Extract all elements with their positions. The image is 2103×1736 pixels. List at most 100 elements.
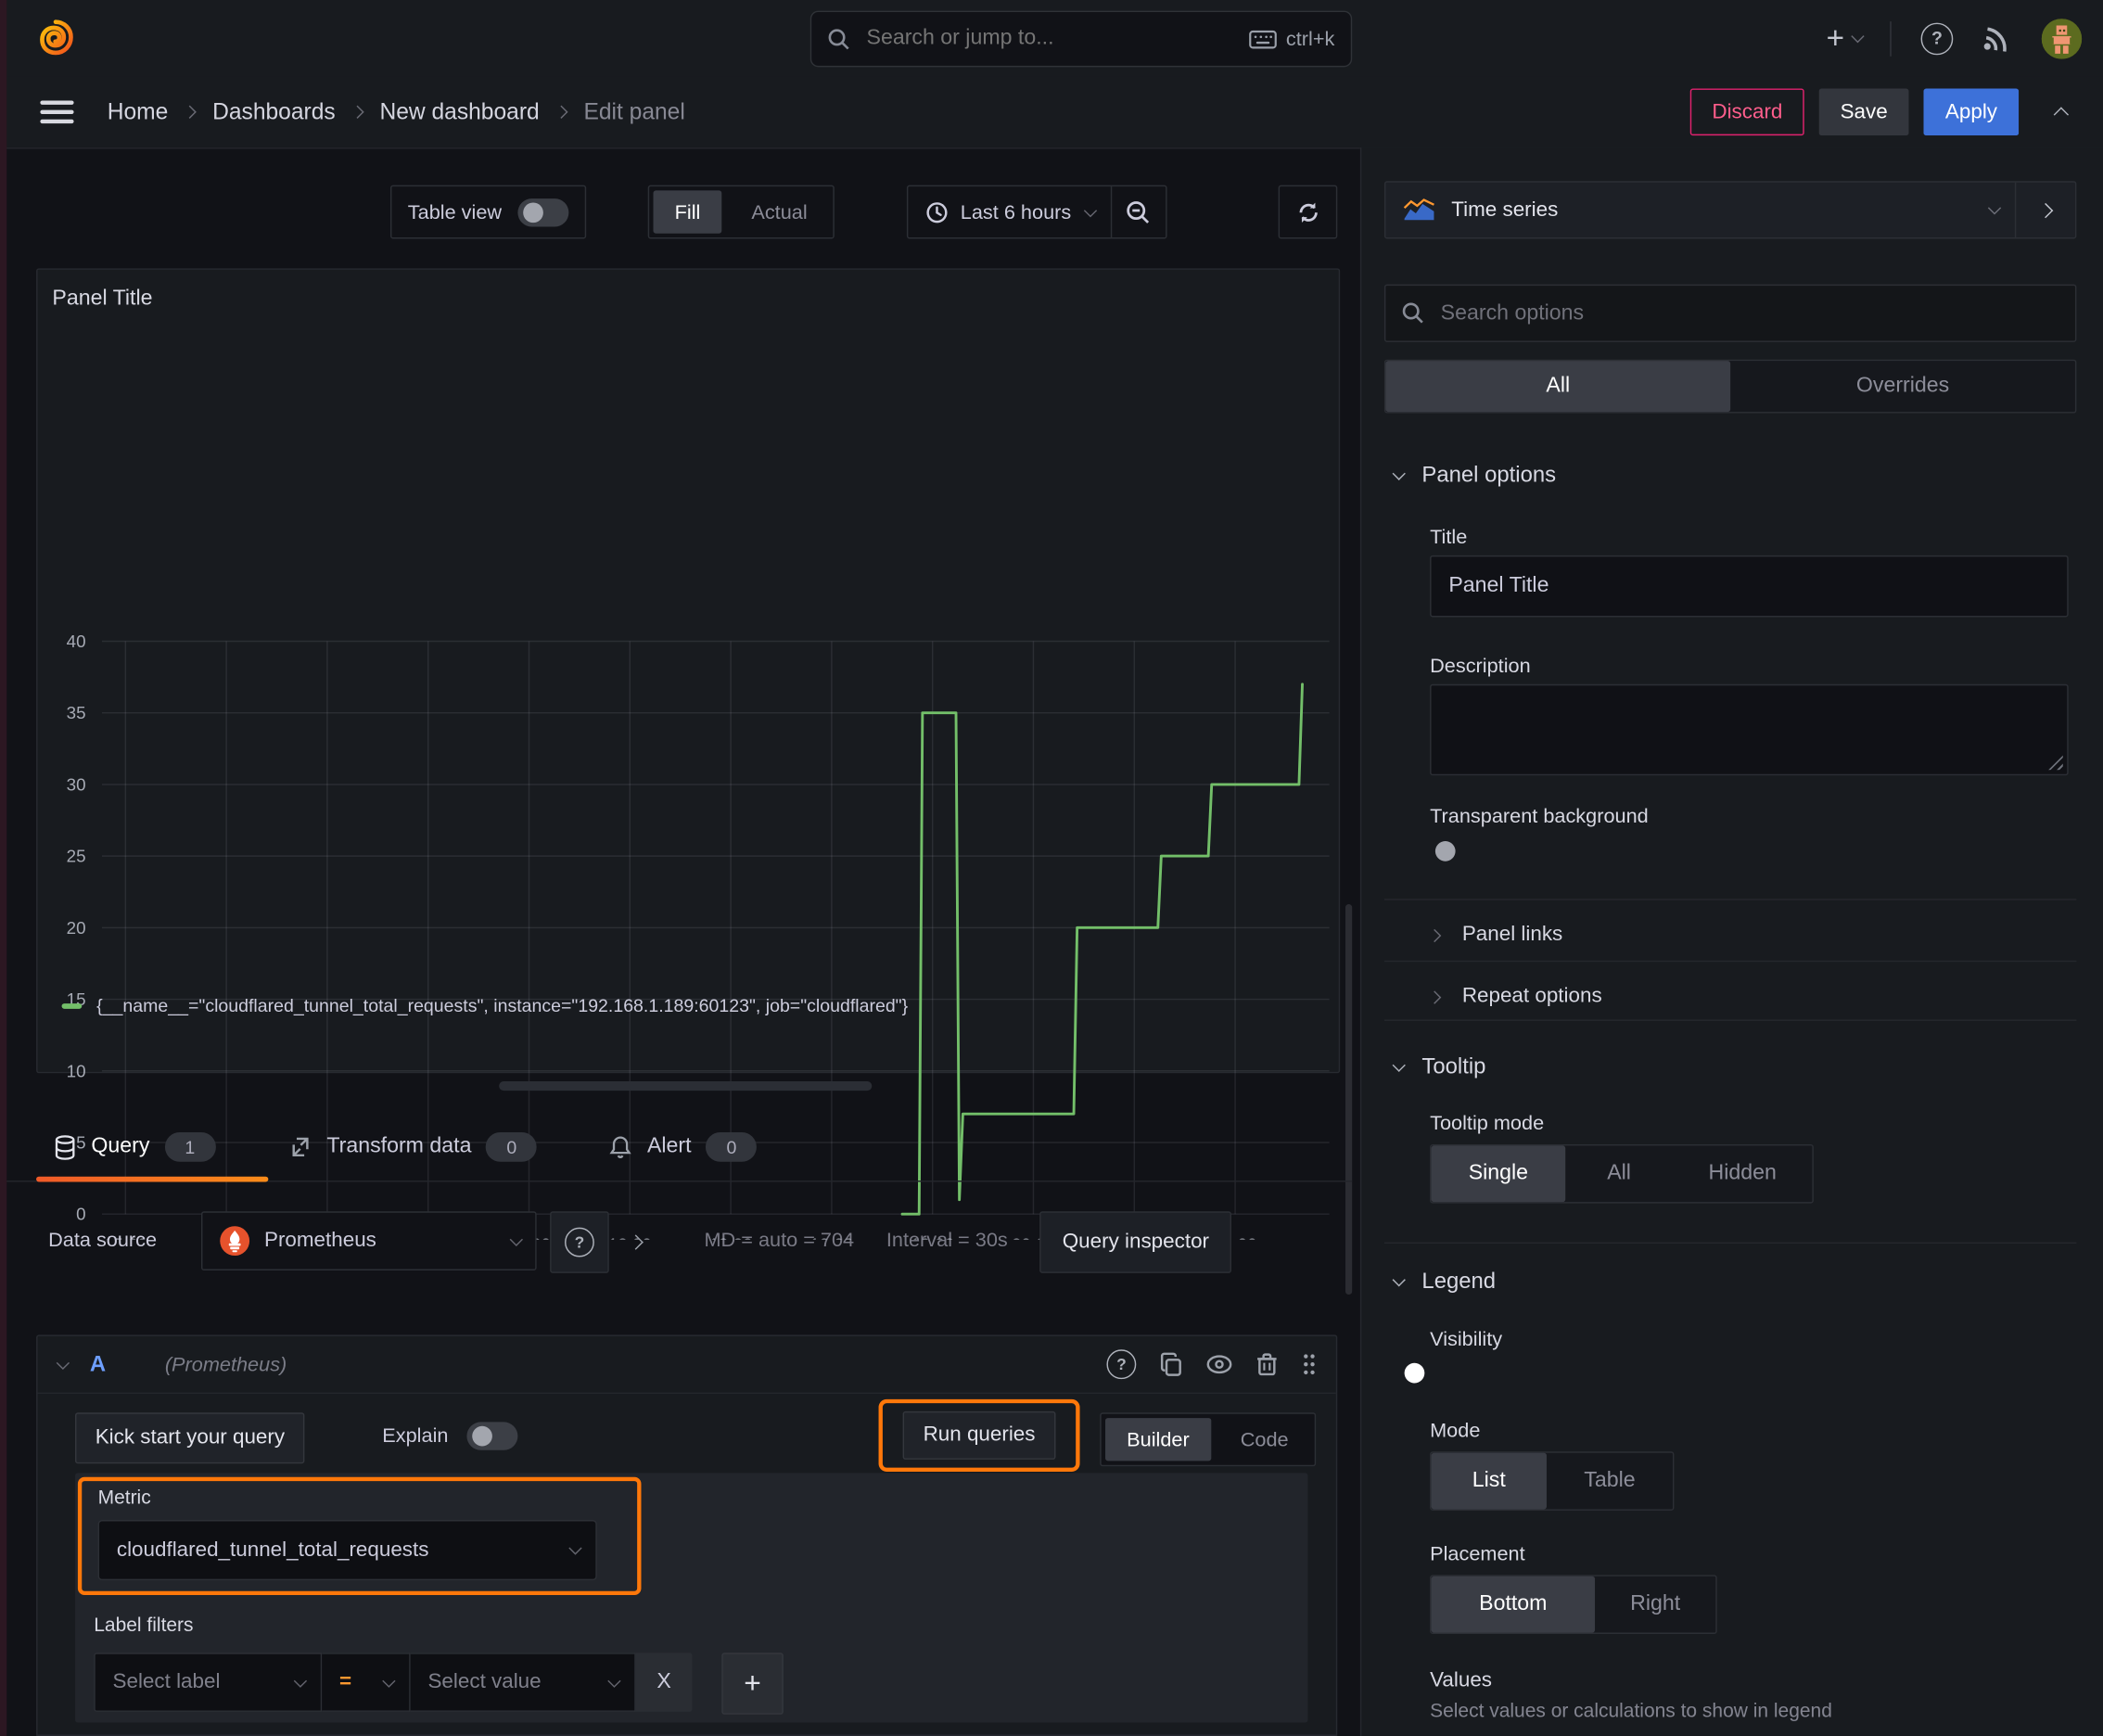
explain-toggle[interactable] [466,1422,518,1450]
data-source-label: Data source [48,1229,158,1252]
panel-preview[interactable]: Panel Title 051015202530354015:3016:0016… [36,268,1341,1240]
active-tab-indicator [36,1176,269,1182]
zoom-out-button[interactable] [1110,186,1165,238]
metric-highlight: Metric cloudflared_tunnel_total_requests [77,1476,642,1596]
collapse-options-button[interactable] [2047,100,2080,123]
breadcrumb: Home Dashboards New dashboard Edit panel [108,76,685,147]
data-source-value: Prometheus [263,1229,376,1252]
query-options-expander[interactable] [628,1231,644,1254]
max-data-points: MD = auto = 704 [704,1229,855,1252]
legend-table-option[interactable]: Table [1547,1453,1673,1510]
search-input[interactable] [863,25,1235,53]
breadcrumb-new-dashboard[interactable]: New dashboard [379,98,539,125]
resize-grip-icon[interactable] [2048,755,2063,771]
save-button[interactable]: Save [1818,88,1909,136]
chevron-right-icon [1428,928,1442,942]
tab-transform[interactable]: Transform data 0 [287,1114,538,1181]
description-label: Description [1430,654,1531,678]
legend-section[interactable]: Legend [1392,1269,1497,1295]
help-icon[interactable]: ? [1920,21,1954,55]
query-row-header[interactable]: A (Prometheus) ? [37,1336,1336,1395]
global-search[interactable]: ctrl+k [809,10,1353,68]
menu-toggle-button[interactable] [40,100,74,124]
drag-handle-icon[interactable] [1301,1352,1317,1376]
run-queries-button[interactable]: Run queries [902,1410,1056,1460]
placement-bottom-option[interactable]: Bottom [1431,1576,1596,1633]
chevron-down-icon [1392,1058,1406,1072]
data-source-help-button[interactable]: ? [550,1211,609,1273]
select-label-placeholder: Select label [112,1670,221,1693]
hide-query-icon[interactable] [1206,1354,1233,1375]
time-range-picker[interactable]: Last 6 hours [908,186,1110,237]
repeat-options-label: Repeat options [1461,984,1602,1008]
alert-count-badge: 0 [706,1131,758,1162]
kick-start-query-button[interactable]: Kick start your query [75,1412,305,1464]
description-textarea[interactable] [1430,683,2069,776]
avatar[interactable] [2041,18,2083,58]
select-label-dropdown[interactable]: Select label [94,1653,323,1712]
shortcut-hint: ctrl+k [1248,28,1334,50]
apply-button[interactable]: Apply [1923,88,2020,136]
series-label[interactable]: {__name__="cloudflared_tunnel_total_requ… [96,995,908,1015]
visualization-select[interactable]: Time series [1385,183,2014,237]
metric-label: Metric [97,1487,151,1510]
viz-suggestions-button[interactable] [2014,182,2075,238]
operator-dropdown[interactable]: = [322,1653,411,1712]
delete-query-icon[interactable] [1255,1352,1279,1376]
tooltip-all-option[interactable]: All [1565,1145,1673,1202]
options-search[interactable] [1383,284,2077,342]
chart-legend[interactable]: {__name__="cloudflared_tunnel_total_requ… [61,995,909,1015]
news-feed-icon[interactable] [1982,23,2012,53]
query-inspector-button[interactable]: Query inspector [1039,1211,1232,1273]
tooltip-section[interactable]: Tooltip [1392,1054,1485,1079]
table-view-toggle[interactable] [517,198,569,226]
grafana-logo[interactable] [35,18,77,59]
breadcrumb-dashboards[interactable]: Dashboards [212,98,336,125]
values-description: Select values or calculations to show in… [1430,1701,1832,1723]
collapse-query-icon[interactable] [56,1356,70,1370]
duplicate-query-icon[interactable] [1159,1352,1183,1376]
metric-select[interactable]: cloudflared_tunnel_total_requests [97,1520,597,1581]
legend-header: Legend [1421,1269,1497,1294]
discard-button[interactable]: Discard [1690,88,1804,136]
tab-alert-label: Alert [646,1134,692,1158]
builder-option[interactable]: Builder [1105,1418,1211,1462]
remove-filter-button[interactable]: X [635,1653,693,1712]
editor-tabs: Query 1 Transform data 0 Alert 0 [0,1114,1353,1182]
legend-list-option[interactable]: List [1431,1452,1547,1510]
tab-alert[interactable]: Alert 0 [609,1114,758,1181]
data-source-picker[interactable]: Prometheus [200,1211,537,1270]
options-search-input[interactable] [1437,300,2059,327]
add-filter-button[interactable]: + [721,1653,784,1715]
tab-all[interactable]: All [1385,361,1731,413]
timeseries-viz-icon [1403,198,1435,222]
actual-option[interactable]: Actual [730,190,829,233]
panel-title-input[interactable] [1430,555,2069,618]
panel-links-section[interactable]: Panel links [1428,923,1562,947]
query-datasource-hint: (Prometheus) [164,1352,287,1376]
tab-query[interactable]: Query 1 [54,1114,216,1181]
query-help-icon[interactable]: ? [1106,1349,1137,1380]
panel-resize-handle[interactable] [499,1080,873,1091]
interval: Interval = 30s [886,1229,1008,1252]
refresh-button[interactable] [1278,185,1338,239]
tab-overrides[interactable]: Overrides [1730,361,2075,412]
tooltip-hidden-option[interactable]: Hidden [1673,1145,1812,1202]
placement-right-option[interactable]: Right [1595,1576,1715,1633]
divider [1383,1019,2077,1021]
scrollbar-thumb[interactable] [1345,904,1353,1295]
keyboard-icon [1248,29,1277,49]
chevron-right-icon [1428,989,1442,1004]
legend-mode-control: List Table [1430,1451,1675,1511]
code-option[interactable]: Code [1219,1418,1310,1461]
panel-options-section[interactable]: Panel options [1392,463,1556,488]
repeat-options-section[interactable]: Repeat options [1428,984,1602,1009]
legend-placement-control: Bottom Right [1430,1575,1717,1634]
divider [1383,960,2077,963]
fill-option[interactable]: Fill [653,190,722,234]
select-value-dropdown[interactable]: Select value [410,1653,636,1712]
new-menu-button[interactable]: + [1827,22,1865,54]
tooltip-single-option[interactable]: Single [1431,1145,1566,1203]
search-icon [1402,301,1425,325]
breadcrumb-home[interactable]: Home [108,98,169,125]
